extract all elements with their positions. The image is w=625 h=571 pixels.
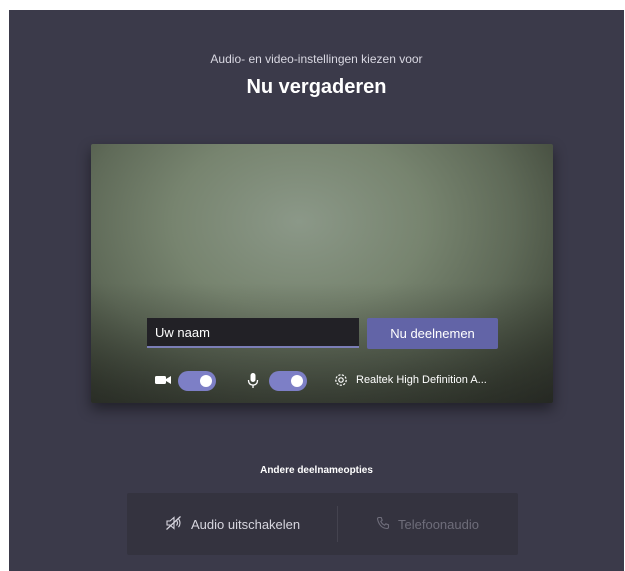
page-title: Nu vergaderen	[246, 76, 387, 98]
page-subtitle: Audio- en video-instellingen kiezen voor	[210, 52, 423, 66]
join-now-button[interactable]: Nu deelnemen	[367, 318, 498, 349]
speaker-off-icon	[165, 515, 191, 534]
phone-audio-option[interactable]: Telefoonaudio	[376, 513, 479, 535]
other-join-options: Audio uitschakelen Telefoonaudio	[127, 493, 518, 555]
video-camera-icon	[154, 373, 172, 392]
microphone-icon	[247, 372, 259, 394]
microphone-toggle-knob	[291, 375, 303, 387]
microphone-toggle[interactable]	[269, 371, 307, 391]
video-preview: Nu deelnemen	[91, 144, 553, 403]
gear-icon[interactable]	[333, 372, 349, 393]
camera-toggle-knob	[200, 375, 212, 387]
options-divider	[337, 506, 338, 542]
audio-off-label: Audio uitschakelen	[191, 516, 301, 532]
phone-icon	[376, 516, 398, 533]
media-controls: Realtek High Definition A...	[91, 369, 553, 393]
name-input[interactable]	[147, 318, 359, 348]
camera-toggle[interactable]	[178, 371, 216, 391]
phone-audio-label: Telefoonaudio	[398, 516, 479, 532]
audio-off-option[interactable]: Audio uitschakelen	[165, 513, 300, 535]
audio-device-label[interactable]: Realtek High Definition A...	[356, 374, 487, 386]
meeting-prejoin-screen: Audio- en video-instellingen kiezen voor…	[9, 10, 624, 571]
other-join-options-heading: Andere deelnameopties	[260, 465, 373, 476]
